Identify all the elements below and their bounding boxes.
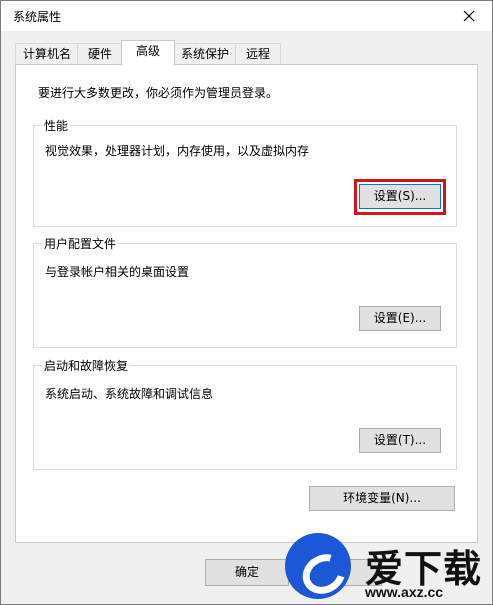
startup-recovery-description: 系统启动、系统故障和调试信息: [45, 387, 214, 401]
admin-note: 要进行大多数更改，你必须作为管理员登录。: [38, 86, 279, 100]
close-icon: [463, 10, 475, 22]
user-profiles-settings-button[interactable]: 设置(E)...: [359, 306, 441, 331]
startup-recovery-group-title: 启动和故障恢复: [42, 357, 131, 374]
logo-icon: [285, 533, 353, 602]
tab-system-protection[interactable]: 系统保护: [173, 43, 237, 65]
startup-recovery-settings-button[interactable]: 设置(T)...: [359, 428, 441, 453]
advanced-tab-panel: 要进行大多数更改，你必须作为管理员登录。 性能 视觉效果，处理器计划，内存使用，…: [15, 64, 478, 543]
startup-recovery-group: 启动和故障恢复 系统启动、系统故障和调试信息 设置(T)...: [33, 357, 457, 470]
performance-group: 性能 视觉效果，处理器计划，内存使用，以及虚拟内存 设置(S)...: [33, 117, 457, 227]
performance-settings-button[interactable]: 设置(S)...: [359, 184, 441, 209]
title-bar: 系统属性: [1, 1, 492, 31]
performance-description: 视觉效果，处理器计划，内存使用，以及虚拟内存: [45, 144, 310, 158]
window-title: 系统属性: [13, 10, 62, 24]
tab-hardware[interactable]: 硬件: [77, 43, 123, 65]
environment-variables-button[interactable]: 环境变量(N)...: [309, 486, 455, 511]
ok-button[interactable]: 确定: [205, 559, 289, 586]
user-profiles-description: 与登录帐户相关的桌面设置: [45, 265, 190, 279]
user-profiles-group-title: 用户配置文件: [42, 235, 119, 252]
user-profiles-group: 用户配置文件 与登录帐户相关的桌面设置 设置(E)...: [33, 235, 457, 348]
performance-group-title: 性能: [42, 117, 71, 134]
tab-computer-name[interactable]: 计算机名: [15, 43, 79, 65]
system-properties-dialog: 系统属性 计算机名 硬件 高级 系统保护 远程 要进行大多数更改，你必须作为管理…: [0, 0, 493, 605]
tab-remote[interactable]: 远程: [235, 43, 281, 65]
tab-advanced[interactable]: 高级: [121, 40, 175, 66]
close-button[interactable]: [450, 1, 488, 31]
watermark: 爱下载 www.axz.cc: [285, 528, 493, 605]
watermark-url: www.axz.cc: [365, 584, 444, 600]
